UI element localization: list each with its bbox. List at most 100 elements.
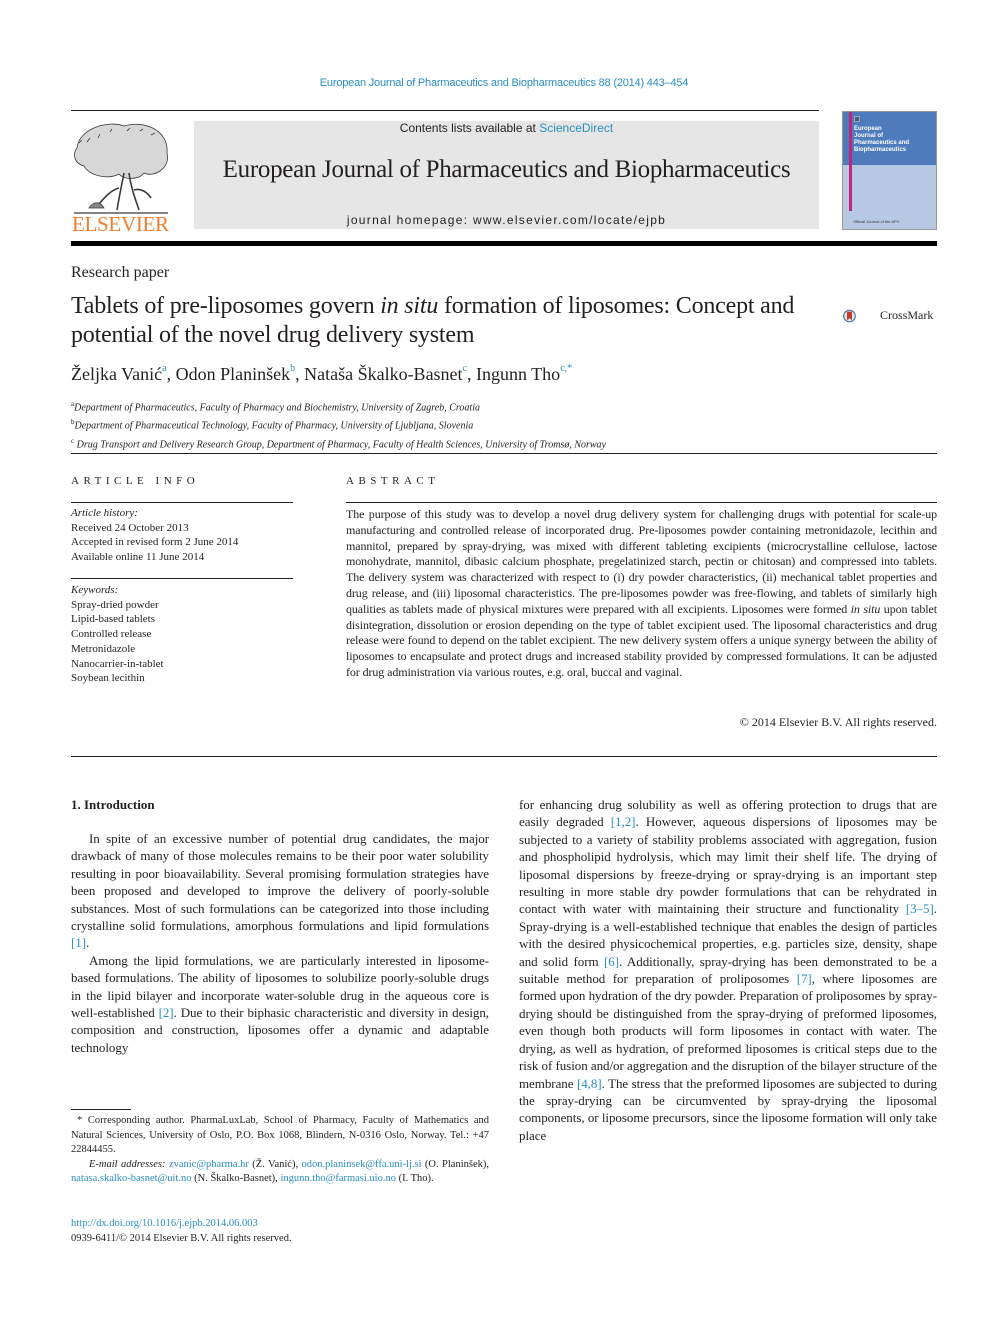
- section-heading-introduction: 1. Introduction: [71, 797, 155, 812]
- citation-ref-link[interactable]: [2]: [159, 1005, 174, 1020]
- email-link[interactable]: ingunn.tho@farmasi.uio.no: [280, 1173, 396, 1184]
- email-link[interactable]: natasa.skalko-basnet@uit.no: [71, 1173, 191, 1184]
- article-type: Research paper: [71, 264, 170, 281]
- issn-copyright: 0939-6411/© 2014 Elsevier B.V. All right…: [71, 1232, 292, 1244]
- doi-link[interactable]: http://dx.doi.org/10.1016/j.ejpb.2014.06…: [71, 1217, 292, 1232]
- citation-ref-link[interactable]: [6]: [604, 954, 619, 969]
- title-italic: in situ: [380, 293, 439, 319]
- history-item: Accepted in revised form 2 June 2014: [71, 536, 239, 549]
- author-list: Željka Vanića, Odon Planinšekb, Nataša Š…: [71, 363, 572, 385]
- author-separator: ,: [166, 364, 176, 384]
- elsevier-wordmark: ELSEVIER: [72, 212, 169, 236]
- cover-title-line: European: [854, 126, 882, 132]
- keywords-label: Keywords:: [71, 584, 119, 596]
- crossmark-icon[interactable]: [843, 298, 879, 334]
- keyword: Soybean lecithin: [71, 672, 145, 685]
- article-info-rule: [71, 502, 293, 503]
- affiliation-text: Department of Pharmaceutics, Faculty of …: [74, 402, 480, 414]
- abstract-text-part: The purpose of this study was to develop…: [346, 507, 937, 616]
- article-info-heading: ARTICLE INFO: [71, 475, 200, 487]
- author-affil-marker[interactable]: c: [463, 363, 467, 374]
- abstract-italic: in situ: [850, 601, 881, 616]
- keyword: Metronidazole: [71, 642, 136, 655]
- citation-ref-link[interactable]: [1]: [71, 935, 86, 950]
- keyword: Nanocarrier-in-tablet: [71, 657, 164, 670]
- citation-ref-link[interactable]: [3–5]: [906, 901, 934, 916]
- paragraph-text: In spite of an excessive number of poten…: [71, 831, 489, 934]
- keywords-rule: [71, 578, 293, 579]
- email-addresses: E-mail addresses: zvanic@pharma.hr (Ž. V…: [71, 1158, 489, 1187]
- abstract-bottom-rule: [71, 756, 937, 757]
- article-history: Article history: Received 24 October 201…: [71, 506, 238, 565]
- email-link[interactable]: odon.planinsek@ffa.uni-lj.si: [302, 1159, 422, 1170]
- journal-homepage: journal homepage: www.elsevier.com/locat…: [194, 213, 819, 227]
- cover-title-line: Journal of: [854, 133, 884, 139]
- email-owner: (O. Planinšek),: [421, 1158, 489, 1170]
- journal-citation-link[interactable]: European Journal of Pharmaceutics and Bi…: [0, 77, 992, 89]
- abstract-heading: ABSTRACT: [346, 475, 440, 487]
- cover-title: European Journal of Pharmaceutics and Bi…: [854, 126, 909, 154]
- author[interactable]: Nataša Škalko-Basnet: [304, 364, 462, 384]
- paragraph-text: . However, aqueous dispersions of liposo…: [519, 814, 937, 917]
- title-text: Tablets of pre-liposomes govern: [71, 293, 381, 319]
- cover-stripe: [849, 112, 852, 211]
- homepage-prefix: journal homepage:: [346, 213, 473, 227]
- author[interactable]: Odon Planinšek: [176, 364, 291, 384]
- keyword: Spray-dried powder: [71, 598, 159, 611]
- contents-line: Contents lists available at ScienceDirec…: [194, 121, 819, 135]
- affiliation-text: Drug Transport and Delivery Research Gro…: [76, 438, 606, 450]
- keywords: Keywords: Spray-dried powder Lipid-based…: [71, 583, 164, 686]
- author[interactable]: Ingunn Tho: [476, 364, 560, 384]
- doi-block: http://dx.doi.org/10.1016/j.ejpb.2014.06…: [71, 1217, 292, 1246]
- header-rule: [71, 110, 819, 111]
- paragraph: Among the lipid formulations, we are par…: [71, 952, 489, 1056]
- keyword: Lipid-based tablets: [71, 613, 156, 626]
- email-owner: (N. Škalko-Basnet),: [191, 1173, 281, 1185]
- citation-ref-link[interactable]: [1,2]: [611, 814, 636, 829]
- citation-ref-link[interactable]: [4,8]: [577, 1076, 602, 1091]
- paragraph-text: .: [86, 935, 90, 951]
- article-history-label: Article history:: [71, 507, 138, 519]
- title-separator-rule: [71, 453, 937, 454]
- author-separator: ,: [467, 364, 477, 384]
- body-column-left: In spite of an excessive number of poten…: [71, 830, 489, 1056]
- homepage-url-link[interactable]: www.elsevier.com/locate/ejpb: [473, 213, 666, 227]
- history-item: Received 24 October 2013: [71, 521, 189, 534]
- author-affil-marker[interactable]: b: [290, 363, 295, 374]
- affiliation: c Drug Transport and Delivery Research G…: [71, 434, 606, 452]
- affiliations: aDepartment of Pharmaceutics, Faculty of…: [71, 397, 606, 452]
- affiliation-text: Department of Pharmaceutical Technology,…: [74, 420, 474, 432]
- sciencedirect-link[interactable]: ScienceDirect: [539, 121, 613, 135]
- keyword: Controlled release: [71, 628, 152, 641]
- affiliation: bDepartment of Pharmaceutical Technology…: [71, 415, 606, 433]
- footnote-rule: [71, 1109, 131, 1110]
- paragraph: In spite of an excessive number of poten…: [71, 830, 489, 952]
- cover-title-line: Pharmaceutics and: [854, 140, 910, 146]
- author-affil-marker[interactable]: a: [162, 363, 166, 374]
- paper-title: Tablets of pre-liposomes govern in situ …: [71, 292, 831, 350]
- abstract-text: The purpose of this study was to develop…: [346, 507, 937, 681]
- footnote: * Corresponding author. PharmaLuxLab, Sc…: [71, 1114, 489, 1187]
- crossmark-label[interactable]: CrossMark: [880, 308, 933, 323]
- history-item: Available online 11 June 2014: [71, 551, 205, 564]
- journal-cover-thumbnail[interactable]: European Journal of Pharmaceutics and Bi…: [842, 111, 937, 230]
- abstract-copyright: © 2014 Elsevier B.V. All rights reserved…: [739, 715, 937, 729]
- affiliation: aDepartment of Pharmaceutics, Faculty of…: [71, 397, 606, 415]
- masthead-thick-rule: [71, 241, 937, 246]
- email-owner: (I. Tho).: [395, 1173, 434, 1185]
- affiliation-key: c: [71, 436, 75, 445]
- citation-ref-link[interactable]: [7]: [797, 971, 812, 986]
- cover-title-line: Biopharmaceutics: [854, 147, 907, 153]
- author-separator: ,: [295, 364, 305, 384]
- body-column-right: for enhancing drug solubility as well as…: [519, 796, 937, 1144]
- paragraph: for enhancing drug solubility as well as…: [519, 796, 937, 1144]
- abstract-rule: [346, 502, 937, 503]
- cover-logo-icon: [854, 116, 860, 122]
- email-owner: (Ž. Vanić),: [248, 1158, 302, 1170]
- author-affil-marker[interactable]: c,*: [560, 363, 572, 374]
- email-label: E-mail addresses:: [89, 1158, 166, 1170]
- paragraph-text: , where liposomes are formed upon hydrat…: [519, 971, 937, 1091]
- author[interactable]: Željka Vanić: [71, 364, 162, 384]
- email-link[interactable]: zvanic@pharma.hr: [169, 1159, 249, 1170]
- contents-prefix: Contents lists available at: [399, 121, 540, 135]
